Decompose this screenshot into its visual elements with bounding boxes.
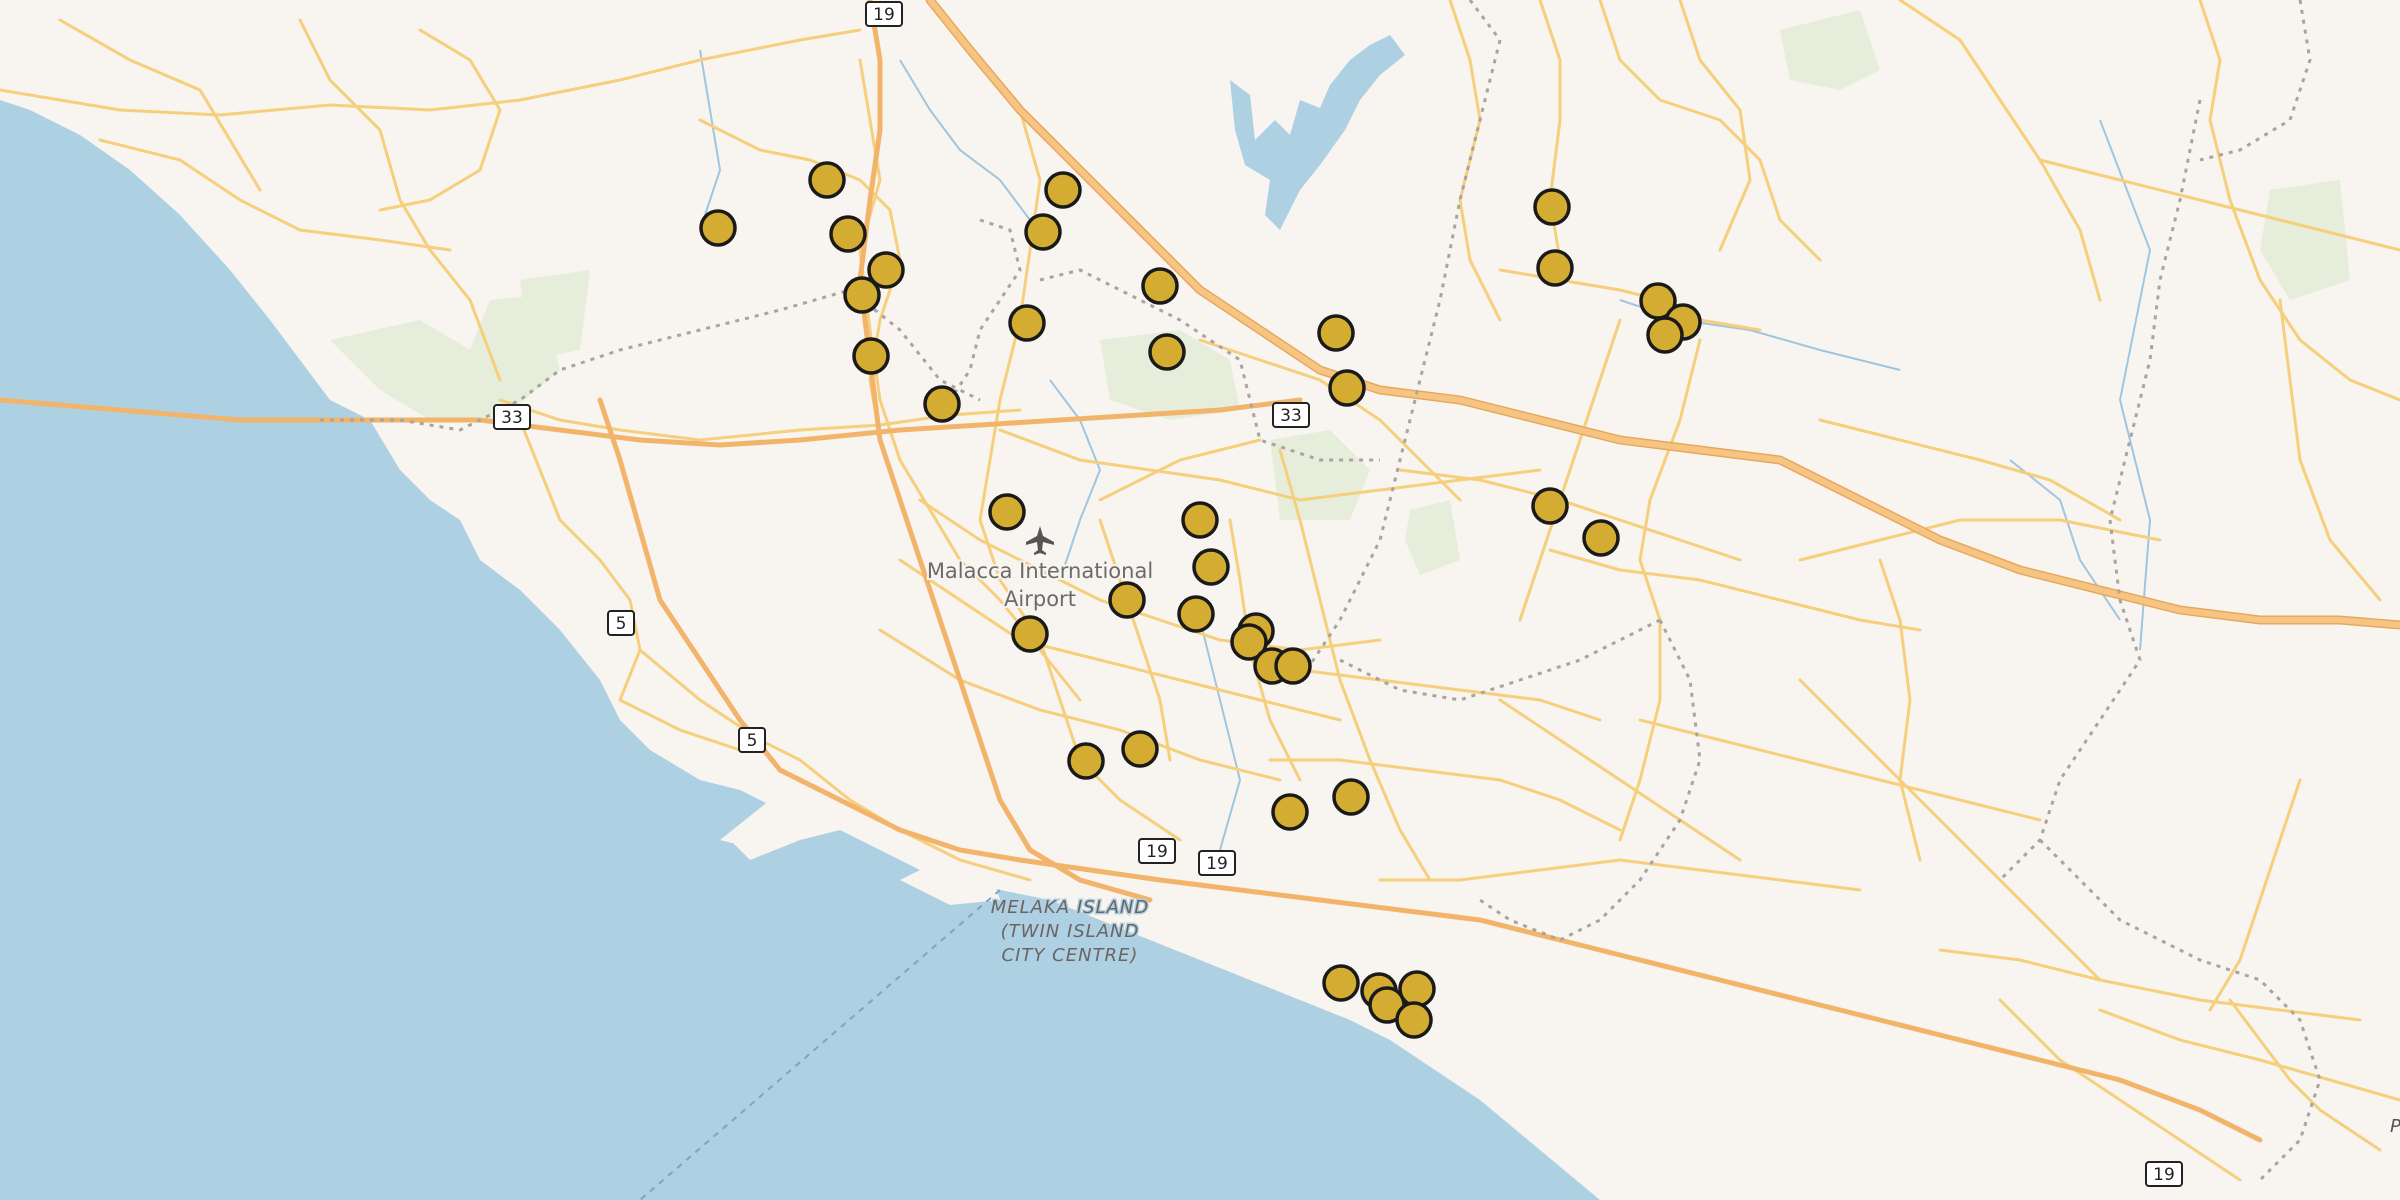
map-marker[interactable] <box>808 161 846 199</box>
map-marker[interactable] <box>988 493 1026 531</box>
route-shield-5-north: 5 <box>607 610 635 636</box>
map-marker[interactable] <box>1121 730 1159 768</box>
map-marker[interactable] <box>1322 964 1360 1002</box>
island-label-line3: CITY CENTRE) <box>1002 945 1139 966</box>
airport-label-line1: Malacca International <box>927 559 1153 583</box>
map-marker[interactable] <box>1274 647 1312 685</box>
map-marker[interactable] <box>1332 778 1370 816</box>
route-shield-19-north: 19 <box>865 1 903 27</box>
route-shield-19-center-a: 19 <box>1138 838 1176 864</box>
svg-text:33: 33 <box>501 408 523 428</box>
svg-text:19: 19 <box>873 5 895 25</box>
airport-label-line2: Airport <box>1004 587 1076 611</box>
map-marker[interactable] <box>1011 615 1049 653</box>
route-shield-5-south: 5 <box>738 727 766 753</box>
map-marker[interactable] <box>1395 1001 1433 1039</box>
route-shield-33-west: 33 <box>493 404 531 430</box>
map-marker[interactable] <box>1317 314 1355 352</box>
map-marker[interactable] <box>829 215 867 253</box>
map-marker[interactable] <box>1108 581 1146 619</box>
svg-text:19: 19 <box>2153 1165 2175 1185</box>
map-marker[interactable] <box>1582 519 1620 557</box>
map-marker[interactable] <box>1531 487 1569 525</box>
island-label-line1: MELAKA ISLAND <box>991 897 1150 918</box>
map-marker[interactable] <box>1181 501 1219 539</box>
svg-text:19: 19 <box>1146 842 1168 862</box>
route-shield-19-southeast: 19 <box>2145 1161 2183 1187</box>
map-marker[interactable] <box>1328 369 1366 407</box>
map-marker[interactable] <box>1398 970 1436 1008</box>
map-marker[interactable] <box>1067 742 1105 780</box>
map-marker[interactable] <box>1271 793 1309 831</box>
route-shield-33-east: 33 <box>1272 402 1310 428</box>
route-shield-19-center-b: 19 <box>1198 850 1236 876</box>
map-marker[interactable] <box>1533 188 1571 226</box>
island-label-line2: (TWIN ISLAND <box>1001 921 1140 942</box>
map-marker[interactable] <box>1177 595 1215 633</box>
map-marker[interactable] <box>1192 548 1230 586</box>
map-marker[interactable] <box>699 209 737 247</box>
map-marker[interactable] <box>1148 333 1186 371</box>
svg-text:5: 5 <box>616 614 627 634</box>
edge-place-label: P <box>2390 1116 2400 1137</box>
map-marker[interactable] <box>923 385 961 423</box>
map-marker[interactable] <box>1536 249 1574 287</box>
map-view[interactable]: 19 33 33 5 5 19 19 19 Malacca Internatio… <box>0 0 2400 1200</box>
map-canvas[interactable]: 19 33 33 5 5 19 19 19 Malacca Internatio… <box>0 0 2400 1200</box>
map-marker[interactable] <box>852 337 890 375</box>
svg-text:33: 33 <box>1280 406 1302 426</box>
map-marker[interactable] <box>1008 304 1046 342</box>
map-marker[interactable] <box>1024 213 1062 251</box>
map-marker[interactable] <box>1141 267 1179 305</box>
svg-text:5: 5 <box>747 731 758 751</box>
map-marker[interactable] <box>1044 171 1082 209</box>
svg-text:19: 19 <box>1206 854 1228 874</box>
map-marker[interactable] <box>1646 316 1684 354</box>
map-marker[interactable] <box>843 276 881 314</box>
